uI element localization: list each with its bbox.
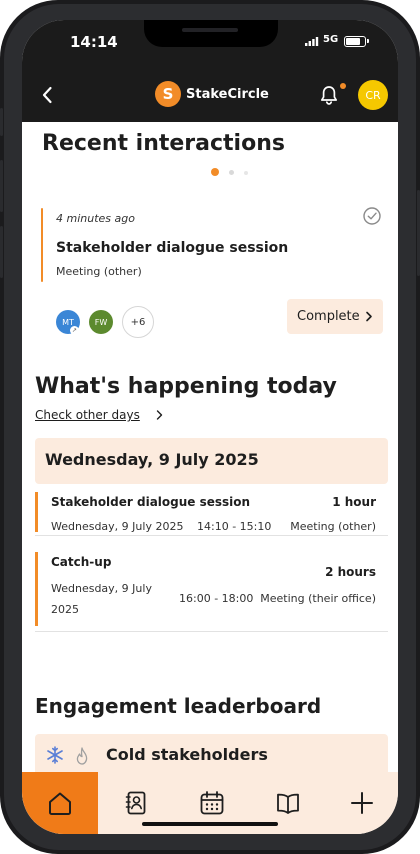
carousel-dot[interactable] <box>229 170 234 175</box>
battery-level <box>346 38 360 45</box>
event-type: Meeting (their office) <box>260 592 376 605</box>
external-badge-icon: ↗ <box>70 326 79 335</box>
mute-switch <box>0 108 3 136</box>
volume-up-button <box>0 160 3 212</box>
home-icon <box>49 792 71 815</box>
event-time: 16:00 - 18:00 <box>179 592 254 605</box>
dynamic-island <box>144 20 278 47</box>
event-date-year: 2025 <box>51 603 79 616</box>
network-label: 5G <box>323 34 339 45</box>
date-heading: Wednesday, 9 July 2025 <box>45 450 259 469</box>
check-other-days-link[interactable]: Check other days <box>35 408 140 422</box>
more-participants[interactable]: +6 <box>122 306 154 338</box>
event-accent-bar <box>35 492 38 532</box>
participant-avatar[interactable]: FW <box>89 310 113 334</box>
speaker-slot <box>182 28 238 32</box>
brand: S StakeCircle <box>155 81 269 107</box>
carousel-dot[interactable] <box>244 171 248 175</box>
calendar-icon <box>200 791 224 815</box>
status-time: 14:14 <box>70 33 118 51</box>
app-header: S StakeCircle CR <box>22 70 398 122</box>
complete-button[interactable]: Complete <box>287 299 383 334</box>
notification-dot <box>340 83 346 89</box>
leaderboard-title: Engagement leaderboard <box>35 694 322 718</box>
carousel-dots <box>208 168 258 176</box>
event-title: Catch-up <box>51 555 112 569</box>
phone-screen: 14:14 5G S StakeCircle CR Recent interac <box>22 20 398 834</box>
today-title: What's happening today <box>35 374 337 399</box>
event-time: 14:10 - 15:10 <box>197 520 272 533</box>
plus-icon <box>351 792 373 814</box>
event-title: Stakeholder dialogue session <box>51 495 251 509</box>
date-heading-banner: Wednesday, 9 July 2025 <box>35 438 388 484</box>
event-accent-bar <box>35 552 38 626</box>
check-circle-icon[interactable] <box>362 206 382 226</box>
snowflake-icon <box>47 746 63 764</box>
interaction-type: Meeting (other) <box>56 265 142 278</box>
user-avatar[interactable]: CR <box>358 80 388 110</box>
cold-stakeholders-banner[interactable]: Cold stakeholders <box>35 734 388 772</box>
event-duration: 1 hour <box>332 495 376 509</box>
contacts-book-icon <box>125 791 146 815</box>
signal-icon <box>305 37 319 46</box>
event-date: Wednesday, 9 July <box>51 582 152 595</box>
nav-home[interactable] <box>22 772 98 834</box>
card-accent-bar <box>41 208 43 282</box>
complete-button-label: Complete <box>297 309 360 324</box>
event-type: Meeting (other) <box>290 520 376 533</box>
battery-icon <box>344 36 369 47</box>
back-arrow-icon[interactable] <box>36 83 60 107</box>
flame-icon <box>76 747 88 765</box>
carousel-dot-active[interactable] <box>211 168 219 176</box>
event-row[interactable]: Catch-up 2 hours Wednesday, 9 July 2025 … <box>35 550 388 632</box>
recent-interactions-title: Recent interactions <box>42 131 285 156</box>
home-indicator <box>142 822 278 826</box>
main-content[interactable]: Recent interactions 4 minutes ago Stakeh… <box>22 122 398 772</box>
open-book-icon <box>277 793 299 814</box>
event-date: Wednesday, 9 July 2025 <box>51 520 184 533</box>
cold-stakeholders-label: Cold stakeholders <box>106 745 268 764</box>
bell-icon[interactable] <box>318 84 340 106</box>
brand-name: StakeCircle <box>186 86 269 102</box>
chevron-right-icon <box>366 311 372 322</box>
event-row[interactable]: Stakeholder dialogue session 1 hour Wedn… <box>35 490 388 536</box>
interaction-time: 4 minutes ago <box>56 212 135 225</box>
interaction-title[interactable]: Stakeholder dialogue session <box>56 240 288 256</box>
logo-icon: S <box>155 81 181 107</box>
event-duration: 2 hours <box>325 565 376 579</box>
status-bar: 14:14 5G <box>22 20 398 70</box>
nav-add[interactable] <box>326 772 398 834</box>
volume-down-button <box>0 226 3 278</box>
chevron-right-icon[interactable] <box>156 410 163 420</box>
